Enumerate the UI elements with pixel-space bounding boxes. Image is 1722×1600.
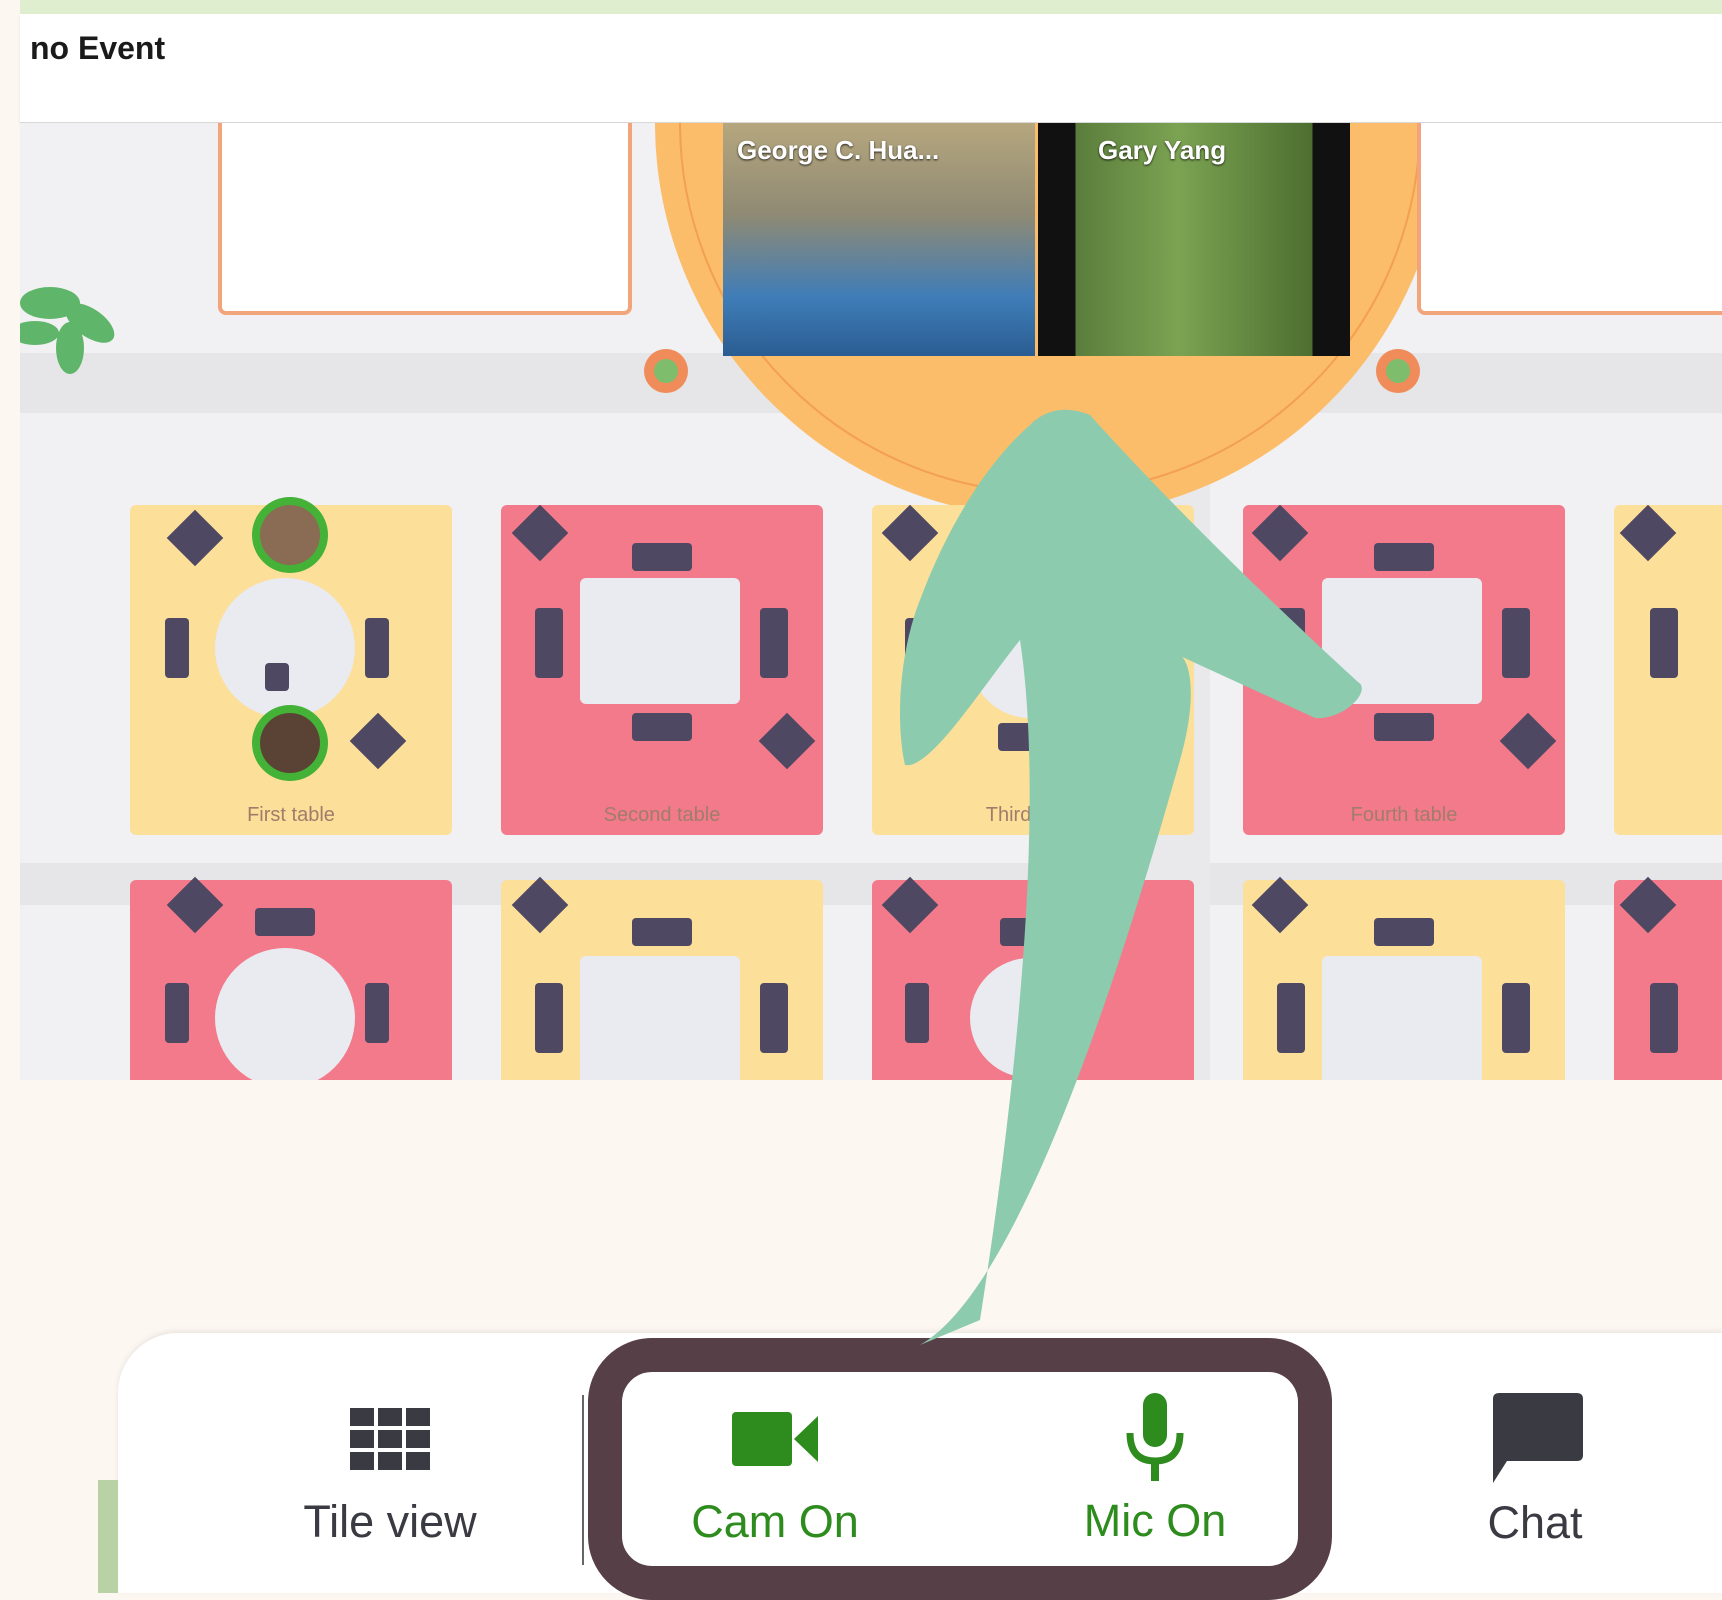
table-label: Third table: [985, 804, 1081, 826]
table-label: Second table: [603, 804, 721, 826]
table-row2-4[interactable]: [1243, 876, 1565, 1080]
toolbar-edge: [98, 1480, 118, 1593]
screen-right: [1417, 123, 1722, 315]
event-title: no Event: [30, 30, 166, 66]
table-label-wrap: Fourth table: [1243, 505, 1565, 835]
table-row2-5-partial[interactable]: [1614, 876, 1722, 1080]
toolbar-divider: [582, 1395, 584, 1565]
left-margin: [0, 0, 20, 1593]
table-row2-3[interactable]: [872, 876, 1194, 1080]
table-fifth-partial[interactable]: [1614, 504, 1722, 835]
table-label: Fourth table: [1350, 804, 1458, 826]
table-label: First table: [247, 804, 335, 826]
event-floor: George C. Hua... Gary Yang First table S…: [20, 123, 1722, 1080]
table-row2-2[interactable]: [501, 876, 823, 1080]
chat-label: Chat: [1487, 1497, 1583, 1548]
chat-button[interactable]: Chat: [1415, 1393, 1655, 1549]
grid-icon: [350, 1408, 430, 1470]
top-strip: [0, 0, 1722, 14]
tile-view-label: Tile view: [303, 1496, 477, 1547]
cam-mic-highlight: [588, 1338, 1332, 1600]
video-tile-gary[interactable]: Gary Yang: [1038, 123, 1350, 356]
table-label-wrap: Third table: [872, 505, 1194, 835]
table-label-wrap: Second table: [501, 505, 823, 835]
tile-view-button[interactable]: Tile view: [270, 1408, 510, 1548]
video-name: George C. Hua...: [737, 135, 940, 165]
screen-left: [218, 123, 632, 315]
chat-bubble-icon: [1493, 1393, 1583, 1483]
video-name: Gary Yang: [1098, 135, 1227, 165]
event-header: no Event: [20, 14, 1722, 123]
table-label-wrap: First table: [130, 505, 452, 835]
table-row2-1[interactable]: [130, 876, 452, 1080]
video-tile-george[interactable]: George C. Hua...: [723, 123, 1035, 356]
